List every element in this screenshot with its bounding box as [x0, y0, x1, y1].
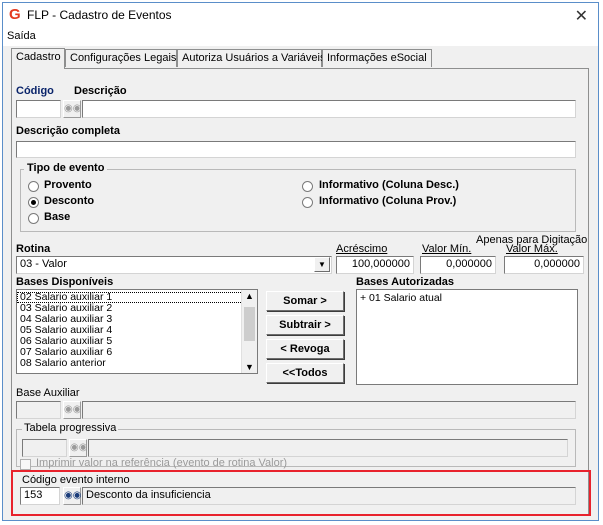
acrescimo-label: Acréscimo [336, 243, 388, 255]
chevron-down-icon[interactable]: ▼ [314, 257, 330, 272]
base-auxiliar-code-input[interactable] [16, 401, 61, 419]
radio-informativo-prov-label: Informativo (Coluna Prov.) [319, 195, 457, 207]
imprimir-checkbox[interactable] [20, 459, 31, 470]
highlight-box [11, 470, 591, 516]
tabela-progressiva-desc-input[interactable] [88, 439, 568, 457]
scroll-up-icon[interactable]: ▲ [245, 291, 254, 301]
tabela-progressiva-label: Tabela progressiva [22, 422, 119, 434]
valor-max-input[interactable]: 0,000000 [504, 256, 584, 274]
bases-disponiveis-list[interactable]: 02 Salario auxiliar 1 03 Salario auxilia… [16, 289, 258, 374]
tab-cadastro[interactable]: Cadastro [11, 48, 65, 69]
close-icon[interactable]: ✕ [575, 6, 588, 26]
somar-button[interactable]: Somar > [266, 291, 344, 311]
subtrair-button[interactable]: Subtrair > [266, 315, 344, 335]
tabela-progressiva-search-button[interactable]: ◉◉ [69, 439, 87, 457]
radio-desconto-label: Desconto [44, 195, 95, 207]
base-auxiliar-label: Base Auxiliar [16, 387, 80, 399]
scroll-down-icon[interactable]: ▼ [245, 362, 254, 372]
revoga-button[interactable]: < Revoga [266, 339, 344, 359]
app-window: G FLP - Cadastro de Eventos ✕ Saída Cada… [2, 2, 599, 521]
tab-informacoes-esocial[interactable]: Informações eSocial [322, 49, 432, 67]
base-auxiliar-search-button[interactable]: ◉◉ [63, 401, 81, 419]
descricao-input[interactable] [82, 100, 576, 118]
descricao-completa-input[interactable] [16, 141, 576, 158]
descricao-completa-label: Descrição completa [16, 125, 120, 137]
app-logo-icon: G [9, 6, 21, 23]
descricao-label: Descrição [74, 85, 127, 97]
radio-provento[interactable] [28, 181, 39, 192]
scroll-thumb[interactable] [244, 307, 255, 341]
radio-base[interactable] [28, 213, 39, 224]
tab-autoriza-usuarios[interactable]: Autoriza Usuários a Variáveis [177, 49, 325, 67]
valor-min-input[interactable]: 0,000000 [420, 256, 496, 274]
codigo-label: Código [16, 85, 54, 97]
list-item[interactable]: + 01 Salario atual [357, 293, 577, 304]
binoculars-icon: ◉◉ [64, 404, 82, 415]
radio-base-label: Base [44, 211, 71, 223]
codigo-input[interactable] [16, 100, 61, 118]
codigo-search-button[interactable]: ◉◉ [63, 100, 81, 118]
title-bar: G FLP - Cadastro de Eventos ✕ [3, 3, 598, 28]
radio-informativo-desc-label: Informativo (Coluna Desc.) [319, 179, 459, 191]
bases-autorizadas-label: Bases Autorizadas [356, 276, 455, 288]
binoculars-icon: ◉◉ [70, 442, 88, 453]
binoculars-icon: ◉◉ [64, 103, 82, 114]
tab-panel-cadastro: Código Descrição ◉◉ Descrição completa T… [11, 68, 589, 515]
bases-list-scrollbar[interactable]: ▲ ▼ [241, 290, 257, 373]
menu-saida[interactable]: Saída [7, 30, 36, 42]
radio-provento-label: Provento [44, 179, 92, 191]
rotina-label: Rotina [16, 243, 51, 255]
radio-informativo-desc[interactable] [302, 181, 313, 192]
bases-autorizadas-list[interactable]: + 01 Salario atual [356, 289, 578, 385]
menu-bar: Saída [3, 28, 598, 46]
tipo-evento-group [20, 169, 576, 232]
todos-button[interactable]: <<Todos [266, 363, 344, 383]
imprimir-label: Imprimir valor na referência (evento de … [36, 457, 288, 469]
rotina-select-value: 03 - Valor [20, 258, 67, 270]
radio-informativo-prov[interactable] [302, 197, 313, 208]
bases-disponiveis-label: Bases Disponíveis [16, 276, 114, 288]
base-auxiliar-desc-input[interactable] [82, 401, 576, 419]
tabela-progressiva-code-input[interactable] [22, 439, 67, 457]
list-item[interactable]: 08 Salario anterior [17, 358, 257, 369]
tipo-evento-legend: Tipo de evento [24, 162, 108, 174]
radio-desconto[interactable] [28, 197, 39, 208]
window-title: FLP - Cadastro de Eventos [27, 8, 172, 22]
rotina-select[interactable]: 03 - Valor [16, 256, 332, 274]
valor-min-label: Valor Mín. [422, 243, 472, 255]
tab-configuracoes-legais[interactable]: Configurações Legais [65, 49, 177, 67]
acrescimo-input[interactable]: 100,000000 [336, 256, 414, 274]
valor-max-label: Valor Máx. [506, 243, 558, 255]
